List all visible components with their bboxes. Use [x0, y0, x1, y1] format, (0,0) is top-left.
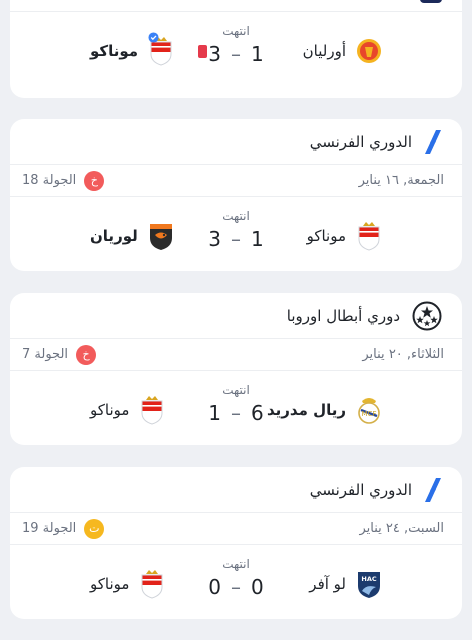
- match-meta: السبت, ٢٤ يناير الجولة 19 ت: [10, 513, 462, 545]
- result-badge: ت: [84, 518, 105, 539]
- card-header[interactable]: الدوري الفرنسي: [10, 467, 462, 513]
- match-status: انتهت: [222, 557, 250, 571]
- match-row[interactable]: انتهت 0 – 0 HAC لو آفر موناكو: [10, 545, 462, 615]
- score-home: 0: [251, 575, 264, 599]
- match-status: انتهت: [222, 24, 250, 38]
- match-row[interactable]: انتهت 3 – 1 أورليان موناكو: [10, 12, 462, 82]
- monaco-crest-icon: [141, 570, 163, 599]
- card-header[interactable]: الدوري الفرنسي: [10, 119, 462, 165]
- match-date: السبت, ٢٤ يناير: [359, 521, 444, 536]
- match-score: 3 – 1: [10, 42, 462, 66]
- score-away: 1: [208, 401, 221, 425]
- result-badge: خ: [76, 344, 97, 365]
- card-header: [10, 0, 462, 12]
- away-team-name: لوريان: [90, 227, 138, 245]
- round-label: الجولة 18: [22, 173, 77, 188]
- round-info: الجولة 19 ت: [22, 518, 105, 539]
- match-status: انتهت: [222, 383, 250, 397]
- champions-league-logo-icon: [412, 301, 442, 330]
- round-label: الجولة 7: [22, 347, 69, 362]
- result-badge: خ: [84, 170, 105, 191]
- orleans-crest-icon: [357, 39, 381, 63]
- home-team[interactable]: MCF ريال مدريد: [267, 395, 382, 425]
- score-dash: –: [231, 42, 241, 66]
- away-team[interactable]: موناكو: [90, 32, 208, 66]
- score-dash: –: [231, 227, 241, 251]
- svg-text:MCF: MCF: [362, 410, 377, 418]
- score-away: 0: [208, 575, 221, 599]
- match-row[interactable]: انتهت 1 – 6 MCF ريال مدريد موناكو: [10, 371, 462, 441]
- round-label: الجولة 19: [22, 521, 77, 536]
- match-card[interactable]: انتهت 3 – 1 أورليان موناكو: [10, 0, 462, 98]
- match-status: انتهت: [222, 209, 250, 223]
- match-row[interactable]: انتهت 3 – 1 موناكو لوريان: [10, 197, 462, 267]
- score-home: 1: [251, 227, 264, 251]
- away-team-name: موناكو: [90, 42, 139, 60]
- verified-icon: [148, 32, 159, 43]
- svg-text:HAC: HAC: [361, 575, 376, 583]
- match-date: الجمعة, ١٦ يناير: [358, 173, 444, 188]
- match-card[interactable]: دوري أبطال اوروبا الثلاثاء, ٢٠ يناير الج…: [10, 293, 462, 445]
- score-dash: –: [231, 401, 241, 425]
- card-header[interactable]: دوري أبطال اوروبا: [10, 293, 462, 339]
- score-away: 3: [208, 42, 221, 66]
- match-meta: الجمعة, ١٦ يناير الجولة 18 خ: [10, 165, 462, 197]
- match-card[interactable]: الدوري الفرنسي الجمعة, ١٦ يناير الجولة 1…: [10, 119, 462, 271]
- ligue1-logo-icon: [425, 129, 441, 154]
- away-team-name: موناكو: [90, 575, 130, 593]
- home-team[interactable]: أورليان: [303, 36, 382, 66]
- score-dash: –: [231, 575, 241, 599]
- match-meta: الثلاثاء, ٢٠ يناير الجولة 7 خ: [10, 339, 462, 371]
- match-score: 0 – 0: [10, 575, 462, 599]
- home-team-name: موناكو: [306, 227, 346, 245]
- real-madrid-crest-icon: MCF: [358, 398, 380, 424]
- round-info: الجولة 18 خ: [22, 170, 105, 191]
- score-away: 3: [208, 227, 221, 251]
- monaco-crest-icon: [358, 222, 380, 251]
- away-team-name: موناكو: [90, 401, 130, 419]
- league-name: الدوري الفرنسي: [309, 480, 412, 499]
- home-team[interactable]: HAC لو آفر: [309, 569, 382, 599]
- monaco-crest-icon: [141, 396, 163, 425]
- home-team-name: ريال مدريد: [266, 401, 346, 419]
- match-score: 1 – 6: [10, 401, 462, 425]
- away-team[interactable]: موناكو: [90, 395, 165, 425]
- psg-crest-icon: [420, 0, 442, 3]
- le-havre-crest-icon: HAC: [358, 572, 380, 598]
- match-date: الثلاثاء, ٢٠ يناير: [362, 347, 444, 362]
- away-team[interactable]: لوريان: [90, 221, 174, 251]
- lorient-crest-icon: [149, 224, 172, 250]
- match-score: 3 – 1: [10, 227, 462, 251]
- away-team[interactable]: موناكو: [90, 569, 165, 599]
- league-name: الدوري الفرنسي: [309, 132, 412, 151]
- home-team-name: لو آفر: [309, 575, 346, 593]
- ligue1-logo-icon: [425, 477, 441, 502]
- league-name: دوري أبطال اوروبا: [286, 306, 400, 325]
- score-home: 6: [251, 401, 264, 425]
- match-card[interactable]: الدوري الفرنسي السبت, ٢٤ يناير الجولة 19…: [10, 467, 462, 619]
- home-team-name: أورليان: [302, 42, 346, 60]
- home-team[interactable]: موناكو: [307, 221, 382, 251]
- red-card-icon: [198, 44, 208, 58]
- score-home: 1: [251, 42, 264, 66]
- round-info: الجولة 7 خ: [22, 344, 97, 365]
